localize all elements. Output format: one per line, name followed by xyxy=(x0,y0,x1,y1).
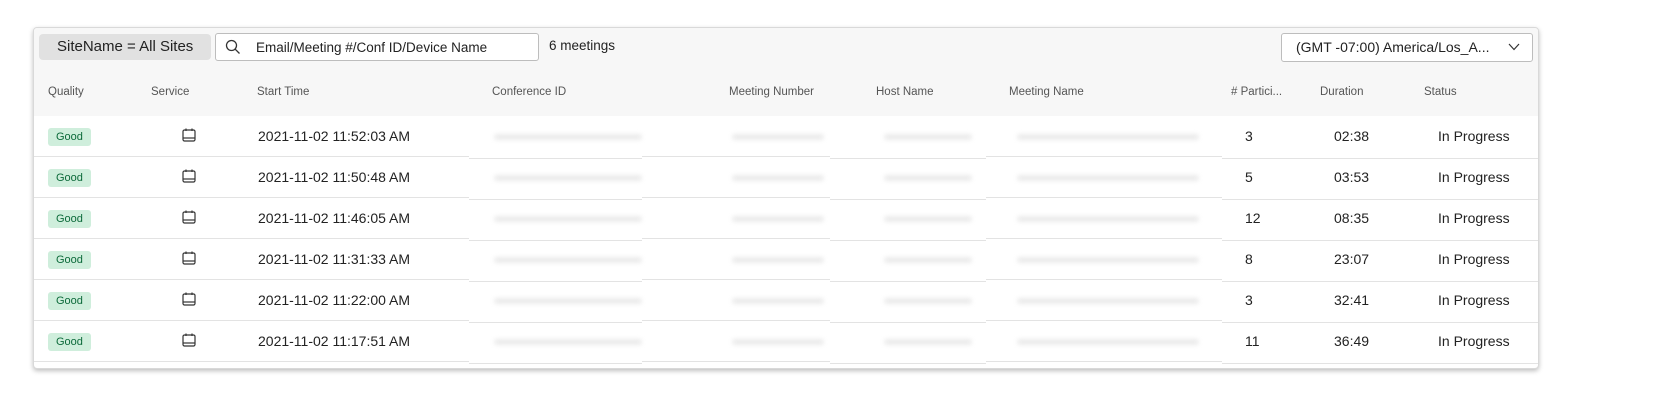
start-time-cell: 2021-11-02 11:22:00 AM xyxy=(258,292,411,308)
status-cell: In Progress xyxy=(1438,128,1510,144)
redacted-cell xyxy=(1017,339,1199,345)
redacted-cell xyxy=(494,134,642,140)
row-divider xyxy=(1222,363,1538,364)
redacted-cell xyxy=(884,134,972,140)
redacted-cell xyxy=(884,257,972,263)
column-header-meeting-number[interactable]: Meeting Number xyxy=(729,86,814,98)
quality-badge: Good xyxy=(48,292,91,310)
column-header-duration[interactable]: Duration xyxy=(1320,86,1363,98)
status-cell: In Progress xyxy=(1438,333,1510,349)
redacted-cell xyxy=(1017,216,1199,222)
participants-cell: 3 xyxy=(1245,128,1253,144)
meeting-count: 6 meetings xyxy=(549,38,616,53)
calendar-icon xyxy=(182,251,196,265)
table-row[interactable]: Good 2021-11-02 11:46:05 AM 12 08:35 In Prog… xyxy=(34,198,1538,241)
search-icon xyxy=(225,39,240,54)
participants-cell: 3 xyxy=(1245,292,1253,308)
column-header-status[interactable]: Status xyxy=(1424,86,1457,98)
start-time-cell: 2021-11-02 11:31:33 AM xyxy=(258,251,411,267)
redacted-cell xyxy=(884,216,972,222)
start-time-cell: 2021-11-02 11:46:05 AM xyxy=(258,210,411,226)
column-header-quality[interactable]: Quality xyxy=(48,86,84,98)
start-time-cell: 2021-11-02 11:50:48 AM xyxy=(258,169,411,185)
table-row[interactable]: Good 2021-11-02 11:31:33 AM 8 23:07 In Progr… xyxy=(34,239,1538,282)
quality-badge: Good xyxy=(48,333,91,351)
calendar-icon xyxy=(182,210,196,224)
quality-badge: Good xyxy=(48,210,91,228)
calendar-icon xyxy=(182,128,196,142)
row-divider xyxy=(34,361,469,362)
table-row[interactable]: Good 2021-11-02 11:52:03 AM 3 02:38 In Progr… xyxy=(34,116,1538,159)
duration-cell: 02:38 xyxy=(1334,128,1370,144)
redacted-cell xyxy=(732,216,824,222)
redacted-cell xyxy=(884,175,972,181)
table-row[interactable]: Good 2021-11-02 11:50:48 AM 5 03:53 In Progr… xyxy=(34,157,1538,200)
row-divider xyxy=(830,363,986,364)
status-cell: In Progress xyxy=(1438,169,1510,185)
quality-badge: Good xyxy=(48,251,91,269)
column-header-host-name[interactable]: Host Name xyxy=(876,86,934,98)
site-filter-chip[interactable]: SiteName = All Sites xyxy=(39,34,212,60)
meetings-panel: SiteName = All Sites 6 meetings (GMT -07… xyxy=(33,27,1539,369)
calendar-icon xyxy=(182,292,196,306)
calendar-icon xyxy=(182,333,196,347)
row-divider xyxy=(642,361,830,362)
table-row[interactable]: Good 2021-11-02 11:22:00 AM 3 32:41 In Progr… xyxy=(34,280,1538,323)
participants-cell: 11 xyxy=(1245,333,1260,349)
redacted-cell xyxy=(732,175,824,181)
redacted-cell xyxy=(1017,257,1199,263)
column-header-meeting-name[interactable]: Meeting Name xyxy=(1009,86,1084,98)
timezone-select[interactable]: (GMT -07:00) America/Los_A... xyxy=(1281,33,1533,62)
status-cell: In Progress xyxy=(1438,251,1510,267)
quality-badge: Good xyxy=(48,128,91,146)
column-header-service[interactable]: Service xyxy=(151,86,189,98)
duration-cell: 36:49 xyxy=(1334,333,1370,349)
status-cell: In Progress xyxy=(1438,210,1510,226)
redacted-cell xyxy=(732,134,824,140)
duration-cell: 32:41 xyxy=(1334,292,1370,308)
table-header: Quality Service Start Time Conference ID… xyxy=(34,68,1538,116)
timezone-value: (GMT -07:00) America/Los_A... xyxy=(1296,39,1490,55)
redacted-cell xyxy=(732,339,824,345)
column-header-conference-id[interactable]: Conference ID xyxy=(492,86,566,98)
redacted-cell xyxy=(494,298,642,304)
redacted-cell xyxy=(732,257,824,263)
calendar-icon xyxy=(182,169,196,183)
start-time-cell: 2021-11-02 11:17:51 AM xyxy=(258,333,411,349)
redacted-cell xyxy=(884,339,972,345)
participants-cell: 8 xyxy=(1245,251,1253,267)
toolbar: SiteName = All Sites 6 meetings (GMT -07… xyxy=(34,28,1538,68)
redacted-cell xyxy=(732,298,824,304)
redacted-cell xyxy=(1017,175,1199,181)
duration-cell: 08:35 xyxy=(1334,210,1370,226)
redacted-cell xyxy=(494,216,642,222)
duration-cell: 23:07 xyxy=(1334,251,1370,267)
column-header-participants[interactable]: # Partici... xyxy=(1231,86,1282,98)
chevron-down-icon xyxy=(1508,43,1520,51)
duration-cell: 03:53 xyxy=(1334,169,1370,185)
redacted-cell xyxy=(884,298,972,304)
redacted-cell xyxy=(494,339,642,345)
status-cell: In Progress xyxy=(1438,292,1510,308)
row-divider xyxy=(469,363,642,364)
row-divider xyxy=(986,361,1222,362)
participants-cell: 5 xyxy=(1245,169,1253,185)
redacted-cell xyxy=(1017,134,1199,140)
search-box[interactable] xyxy=(215,33,539,61)
redacted-cell xyxy=(1017,298,1199,304)
start-time-cell: 2021-11-02 11:52:03 AM xyxy=(258,128,411,144)
search-input[interactable] xyxy=(256,36,526,58)
quality-badge: Good xyxy=(48,169,91,187)
table-row[interactable]: Good 2021-11-02 11:17:51 AM 11 36:49 In Prog… xyxy=(34,321,1538,364)
column-header-start-time[interactable]: Start Time xyxy=(257,86,309,98)
participants-cell: 12 xyxy=(1245,210,1261,226)
redacted-cell xyxy=(494,257,642,263)
redacted-cell xyxy=(494,175,642,181)
